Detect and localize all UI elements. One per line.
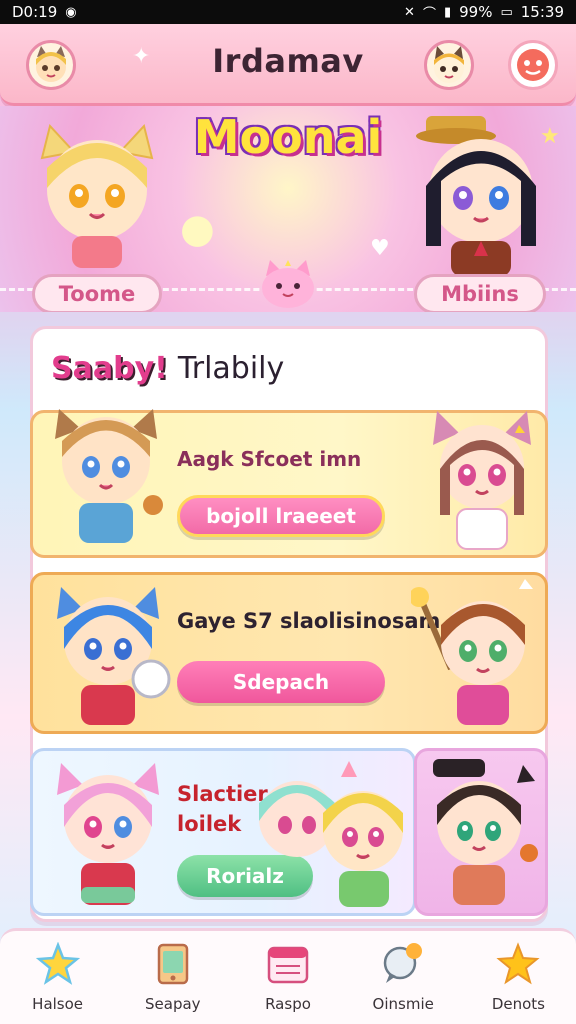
app-title: Irdamav <box>212 42 364 80</box>
card-1-button[interactable]: bojoll lraeeet <box>177 495 385 537</box>
nav-item-denots[interactable]: Denots <box>461 931 576 1024</box>
nav-label: Raspo <box>265 995 311 1013</box>
hero-banner: Moonai ● ♥ ★ Toome Mbiins <box>0 106 576 312</box>
glow-orb-icon: ● <box>180 206 215 252</box>
nav-item-halsoe[interactable]: Halsoe <box>0 931 115 1024</box>
dark-hair-girl-character <box>386 106 556 280</box>
brown-hair-wand-girl-character <box>409 579 547 737</box>
event-card-2[interactable]: Gaye S7 slaolisinosam Sdepach <box>30 572 548 734</box>
tab-missions[interactable]: Mbiins <box>414 274 546 312</box>
star-filled-icon <box>493 939 543 989</box>
panel-header: Saaby! Trlabily <box>51 351 284 386</box>
pink-cat-girl-character <box>419 405 545 559</box>
battery-icon: ▭ <box>500 4 513 20</box>
chat-bubble-icon <box>378 939 428 989</box>
card-2-title: Gaye S7 slaolisinosam <box>177 609 441 633</box>
event-card-3[interactable]: Slactier loilek Rorialz <box>30 748 416 916</box>
star-icon <box>33 939 83 989</box>
blue-hair-cat-girl-character <box>41 579 181 733</box>
mute-icon: ✕ <box>404 4 415 20</box>
star-sparkle-icon: ★ <box>540 124 560 149</box>
signal-icon: ▮ <box>443 4 452 20</box>
twin-characters-group <box>245 759 417 919</box>
tab-home[interactable]: Toome <box>32 274 162 312</box>
nav-label: Denots <box>491 995 545 1013</box>
card-1-title: Aagk Sfcoet imn <box>177 447 362 471</box>
card-2-button[interactable]: Sdepach <box>177 661 385 703</box>
blonde-cat-girl-character <box>22 118 172 272</box>
top-bar: ✦ Irdamav <box>0 24 576 106</box>
notification-icon: ◉ <box>65 4 77 20</box>
phone-card-icon <box>148 939 198 989</box>
nav-label: Halsoe <box>32 995 84 1013</box>
nav-label: Oinsmie <box>372 995 434 1013</box>
bottom-nav: Halsoe Seapay Raspo Oinsmie Denots <box>0 928 576 1024</box>
profile-settings-icon[interactable] <box>508 40 558 90</box>
brown-cat-boy-character <box>41 399 171 553</box>
status-time-left: D0:19 <box>12 3 58 21</box>
event-card-3-side <box>414 748 548 916</box>
black-cat-girl-character <box>417 751 547 917</box>
status-left: D0:19 ◉ <box>12 3 77 21</box>
dog-avatar-icon[interactable] <box>424 40 474 90</box>
pink-hair-cat-girl-character <box>43 755 173 915</box>
calendar-icon <box>263 939 313 989</box>
nav-item-seapay[interactable]: Seapay <box>115 931 230 1024</box>
battery-percent: 99% <box>459 3 493 21</box>
status-bar: D0:19 ◉ ✕ ⌒ ▮ 99% ▭ 15:39 <box>0 0 576 24</box>
nav-item-raspo[interactable]: Raspo <box>230 931 345 1024</box>
panel-header-title: Trlabily <box>177 351 285 386</box>
status-time-right: 15:39 <box>520 3 564 21</box>
sparkle-icon: ♥ <box>370 236 390 261</box>
status-right: ✕ ⌒ ▮ 99% ▭ 15:39 <box>404 3 564 22</box>
event-card-1[interactable]: Aagk Sfcoet imn bojoll lraeeet <box>30 409 548 558</box>
wifi-icon: ⌒ <box>422 6 436 22</box>
nav-item-oinsmie[interactable]: Oinsmie <box>346 931 461 1024</box>
pink-cat-mascot-icon <box>258 258 318 312</box>
panel-header-accent: Saaby! <box>51 351 168 386</box>
nav-label: Seapay <box>145 995 201 1013</box>
